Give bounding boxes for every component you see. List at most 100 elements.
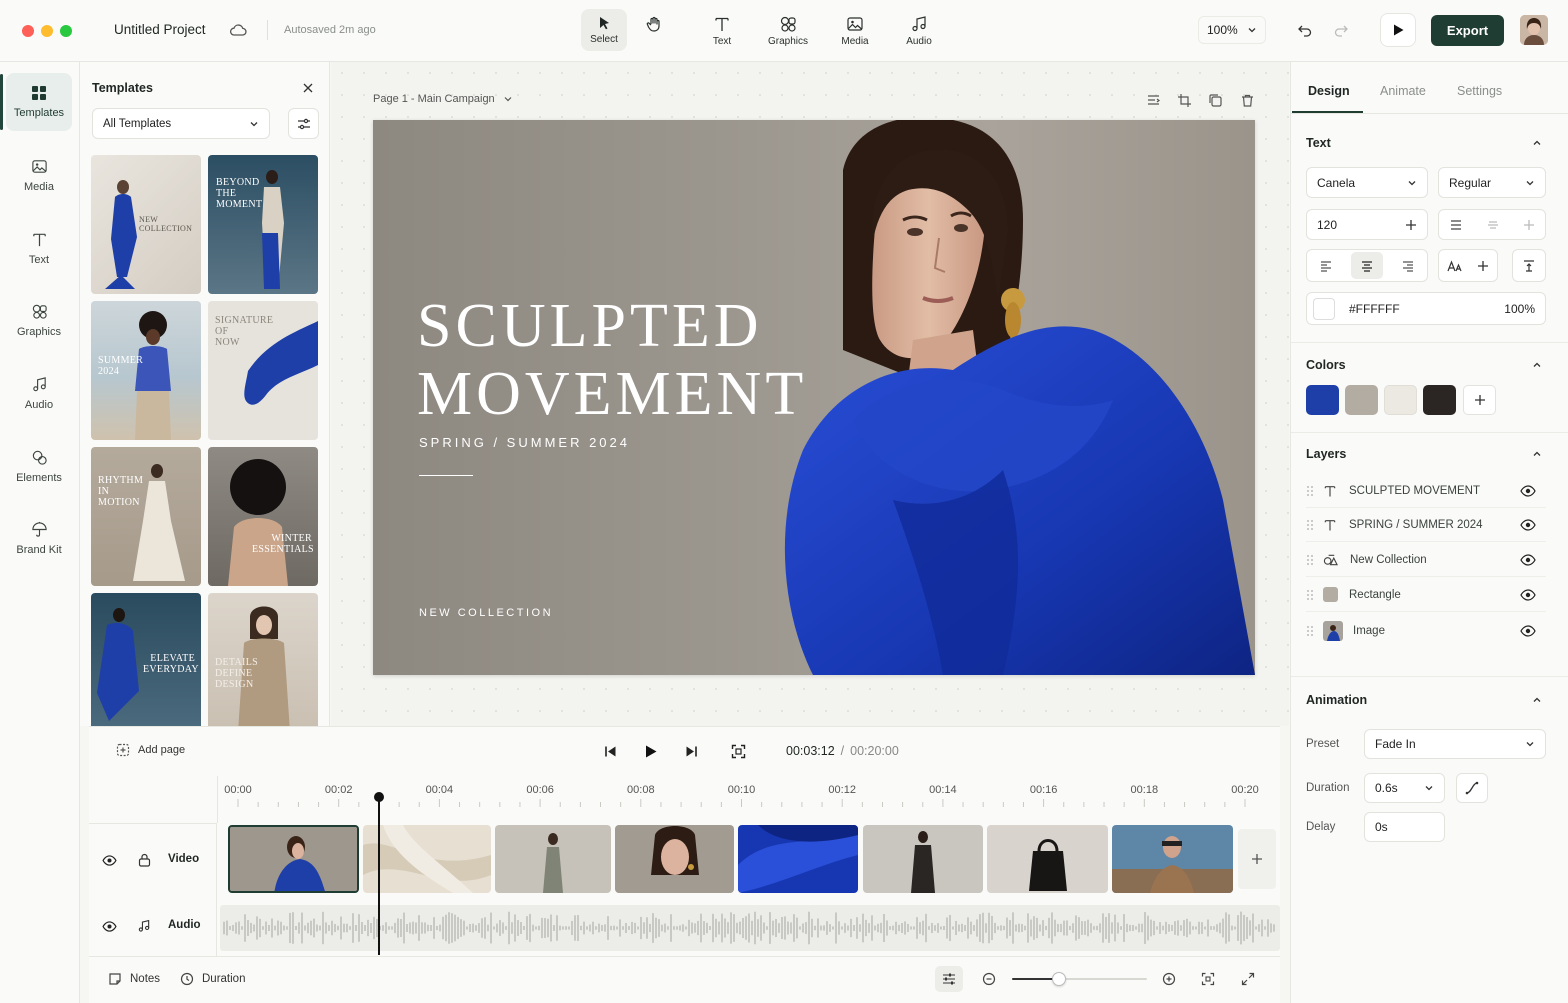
color-swatch-cream[interactable] <box>1384 385 1417 415</box>
design-canvas[interactable]: SCULPTED MOVEMENT SPRING / SUMMER 2024 N… <box>373 120 1255 675</box>
close-panel-button[interactable] <box>300 80 316 96</box>
add-clip-button[interactable] <box>1238 829 1276 889</box>
rail-item-text[interactable]: Text <box>6 219 72 277</box>
eye-icon[interactable] <box>1520 484 1536 497</box>
tool-select[interactable]: Select <box>581 9 627 51</box>
divider-line[interactable] <box>419 475 473 476</box>
collapse-text-section[interactable] <box>1530 136 1544 150</box>
subheadline[interactable]: SPRING / SUMMER 2024 <box>419 435 630 450</box>
video-clip[interactable] <box>1112 825 1233 893</box>
text-color-field[interactable]: #FFFFFF 100% <box>1306 292 1546 325</box>
align-right-button[interactable] <box>1393 253 1423 278</box>
color-preview[interactable] <box>1313 297 1335 320</box>
layer-item[interactable]: Rectangle <box>1306 578 1546 612</box>
layer-item[interactable]: New Collection <box>1306 543 1546 577</box>
toggle-audio-visibility[interactable] <box>100 918 118 934</box>
color-swatch-charcoal[interactable] <box>1423 385 1456 415</box>
template-thumbnail[interactable]: BEYOND THE MOMENT <box>208 155 318 294</box>
undo-button[interactable] <box>1294 19 1316 41</box>
zoom-in-button[interactable] <box>1160 970 1178 988</box>
template-thumbnail[interactable]: DETAILS DEFINE DESIGN <box>208 593 318 732</box>
align-center-button[interactable] <box>1351 252 1383 279</box>
rail-item-graphics[interactable]: Graphics <box>6 291 72 349</box>
template-thumbnail[interactable]: SUMMER 2024 <box>91 301 201 440</box>
animation-duration-select[interactable]: 0.6s <box>1364 773 1445 803</box>
collapse-layers-section[interactable] <box>1530 447 1544 461</box>
drag-handle-icon[interactable] <box>1306 554 1314 566</box>
delete-button[interactable] <box>1238 91 1256 109</box>
footer-text[interactable]: NEW COLLECTION <box>419 607 553 619</box>
font-size-input[interactable]: 120 <box>1306 209 1428 240</box>
video-clip[interactable] <box>863 825 983 893</box>
layer-item[interactable]: SCULPTED MOVEMENT <box>1306 474 1546 508</box>
video-clip[interactable] <box>363 825 491 893</box>
video-clip[interactable] <box>228 825 359 893</box>
template-thumbnail[interactable]: NEW COLLECTION <box>91 155 201 294</box>
export-button[interactable]: Export <box>1431 15 1504 46</box>
align-button[interactable] <box>1144 91 1162 109</box>
video-clip[interactable] <box>615 825 734 893</box>
tool-audio[interactable]: Audio <box>896 9 942 51</box>
zoom-select[interactable]: 100% <box>1198 16 1266 44</box>
cloud-icon[interactable] <box>229 22 247 38</box>
vertical-align-button[interactable] <box>1512 249 1546 282</box>
drag-handle-icon[interactable] <box>1306 625 1314 637</box>
plus-icon[interactable] <box>1405 219 1417 231</box>
strikethrough-icon[interactable] <box>1486 218 1500 232</box>
skip-back-button[interactable] <box>601 742 619 760</box>
filter-settings-button[interactable] <box>288 108 319 139</box>
video-clip[interactable] <box>987 825 1108 893</box>
toggle-video-visibility[interactable] <box>100 852 118 868</box>
rail-item-templates[interactable]: Templates <box>6 73 72 131</box>
rail-item-media[interactable]: Media <box>6 146 72 204</box>
template-thumbnail[interactable]: WINTER ESSENTIALS <box>208 447 318 586</box>
expand-timeline-button[interactable] <box>1239 970 1257 988</box>
eye-icon[interactable] <box>1520 553 1536 566</box>
video-clip[interactable] <box>738 825 858 893</box>
layer-item[interactable]: SPRING / SUMMER 2024 <box>1306 508 1546 542</box>
plus-icon[interactable] <box>1477 260 1489 272</box>
collapse-colors-section[interactable] <box>1530 358 1544 372</box>
headline[interactable]: SCULPTED MOVEMENT <box>417 292 807 428</box>
eye-icon[interactable] <box>1520 518 1536 531</box>
skip-forward-button[interactable] <box>682 742 700 760</box>
rail-item-brand-kit[interactable]: Brand Kit <box>6 509 72 567</box>
close-window-button[interactable] <box>22 25 34 37</box>
color-swatch-taupe[interactable] <box>1345 385 1378 415</box>
page-selector[interactable]: Page 1 - Main Campaign <box>373 93 513 105</box>
rail-item-audio[interactable]: Audio <box>6 364 72 422</box>
fit-timeline-button[interactable] <box>1199 970 1217 988</box>
template-filter-select[interactable]: All Templates <box>92 108 270 139</box>
play-button[interactable] <box>641 741 661 761</box>
duration-button[interactable]: Duration <box>180 972 245 986</box>
eye-icon[interactable] <box>1520 588 1536 601</box>
font-weight-select[interactable]: Regular <box>1438 167 1546 198</box>
minimize-window-button[interactable] <box>41 25 53 37</box>
animation-delay-input[interactable]: 0s <box>1364 812 1445 842</box>
tool-text[interactable]: Text <box>699 9 745 51</box>
video-clip[interactable] <box>495 825 611 893</box>
fullscreen-preview-button[interactable] <box>728 741 748 761</box>
add-color-button[interactable] <box>1463 385 1496 415</box>
lock-video-track[interactable] <box>135 851 153 869</box>
font-family-select[interactable]: Canela <box>1306 167 1428 198</box>
play-preview-button[interactable] <box>1380 13 1416 47</box>
crop-button[interactable] <box>1175 91 1193 109</box>
tab-design[interactable]: Design <box>1308 84 1350 98</box>
plus-icon[interactable] <box>1523 219 1535 231</box>
add-page-button[interactable]: Add page <box>116 743 185 757</box>
maximize-window-button[interactable] <box>60 25 72 37</box>
timeline-settings-button[interactable] <box>935 966 963 992</box>
drag-handle-icon[interactable] <box>1306 485 1314 497</box>
template-thumbnail[interactable]: ELEVATE EVERYDAY <box>91 593 201 732</box>
template-thumbnail[interactable]: SIGNATURE OF NOW <box>208 301 318 440</box>
tool-hand[interactable] <box>631 9 677 51</box>
line-spacing-icon[interactable] <box>1449 218 1463 232</box>
rail-item-elements[interactable]: Elements <box>6 437 72 495</box>
zoom-slider-track[interactable] <box>1012 972 1147 986</box>
easing-curve-button[interactable] <box>1456 773 1488 803</box>
redo-button[interactable] <box>1330 19 1352 41</box>
align-left-button[interactable] <box>1311 253 1341 278</box>
color-swatch-blue[interactable] <box>1306 385 1339 415</box>
tool-media[interactable]: Media <box>832 9 878 51</box>
